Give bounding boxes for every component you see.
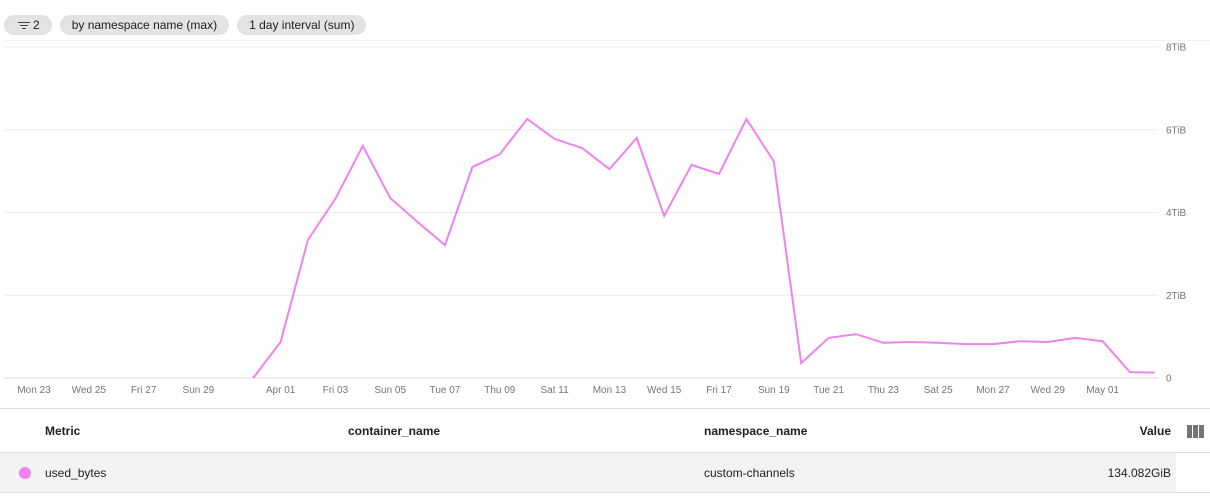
gridlines — [4, 46, 1158, 379]
data-point[interactable] — [526, 118, 528, 120]
data-point[interactable] — [608, 168, 610, 170]
x-tick-label: Wed 29 — [1031, 385, 1066, 396]
x-tick-label: Sun 19 — [758, 385, 790, 396]
cell-value: 134.082GiB — [1107, 465, 1171, 480]
data-point[interactable] — [937, 342, 939, 344]
data-point[interactable] — [1154, 372, 1156, 374]
column-selector-icon[interactable] — [1187, 424, 1204, 438]
cell-metric: used_bytes — [45, 465, 107, 480]
data-point[interactable] — [855, 333, 857, 335]
data-point[interactable] — [745, 118, 747, 120]
y-tick-label: 4TiB — [1166, 208, 1187, 219]
data-point[interactable] — [1074, 337, 1076, 339]
x-tick-label: Tue 07 — [430, 385, 461, 396]
x-tick-label: Mon 13 — [593, 385, 627, 396]
data-point[interactable] — [1047, 341, 1049, 343]
data-point[interactable] — [499, 153, 501, 155]
series-line-used_bytes[interactable] — [252, 116, 1155, 379]
data-point[interactable] — [252, 377, 254, 379]
data-point[interactable] — [800, 362, 802, 364]
data-point[interactable] — [581, 147, 583, 149]
header-metric[interactable]: Metric — [45, 424, 80, 438]
cell-namespace-name: custom-channels — [704, 465, 795, 480]
series-color-dot — [19, 466, 31, 479]
data-point[interactable] — [718, 173, 720, 175]
y-axis: 0 2TiB 4TiB 6TiB 8TiB — [1166, 43, 1187, 385]
data-point[interactable] — [992, 343, 994, 345]
data-point[interactable] — [691, 164, 693, 166]
header-namespace-name[interactable]: namespace_name — [704, 424, 807, 438]
series-layer — [252, 116, 1156, 379]
data-point[interactable] — [1102, 340, 1104, 342]
data-point[interactable] — [882, 342, 884, 344]
data-point[interactable] — [471, 166, 473, 168]
table-row[interactable]: used_bytes custom-channels 134.082GiB — [0, 453, 1210, 493]
data-point[interactable] — [389, 197, 391, 199]
table-header: Metric container_name namespace_name Val… — [0, 408, 1210, 453]
y-tick-label: 8TiB — [1166, 43, 1187, 54]
header-container-name[interactable]: container_name — [348, 424, 440, 438]
x-tick-label: Apr 01 — [266, 385, 296, 396]
data-point[interactable] — [280, 341, 282, 343]
data-point[interactable] — [910, 341, 912, 343]
x-tick-label: Mon 27 — [976, 385, 1010, 396]
x-tick-label: Wed 25 — [72, 385, 107, 396]
data-point[interactable] — [307, 239, 309, 241]
x-tick-label: May 01 — [1086, 385, 1119, 396]
line-chart[interactable]: 0 2TiB 4TiB 6TiB 8TiB Mon 23 Wed 25 Fri 27 Sun … — [0, 0, 1210, 400]
x-tick-label: Sat 25 — [924, 385, 953, 396]
data-point[interactable] — [965, 343, 967, 345]
data-point[interactable] — [417, 221, 419, 223]
data-point[interactable] — [334, 198, 336, 200]
data-point[interactable] — [636, 137, 638, 139]
data-point[interactable] — [663, 215, 665, 217]
data-point[interactable] — [554, 138, 556, 140]
y-tick-label: 0 — [1166, 374, 1172, 385]
x-tick-label: Thu 23 — [868, 385, 900, 396]
x-tick-label: Thu 09 — [484, 385, 516, 396]
legend-table: Metric container_name namespace_name Val… — [0, 408, 1210, 493]
header-value[interactable]: Value — [1140, 424, 1171, 438]
y-tick-label: 6TiB — [1166, 125, 1187, 136]
y-tick-label: 2TiB — [1166, 291, 1187, 302]
x-tick-label: Mon 23 — [17, 385, 51, 396]
data-point[interactable] — [444, 244, 446, 246]
data-point[interactable] — [1019, 340, 1021, 342]
data-point[interactable] — [1129, 371, 1131, 373]
x-axis: Mon 23 Wed 25 Fri 27 Sun 29 Apr 01 Fri 03 Sun … — [17, 385, 1119, 396]
x-tick-label: Fri 27 — [131, 385, 157, 396]
data-point[interactable] — [362, 145, 364, 147]
x-tick-label: Tue 21 — [813, 385, 844, 396]
data-point[interactable] — [773, 160, 775, 162]
x-tick-label: Sun 05 — [374, 385, 406, 396]
x-tick-label: Sun 29 — [183, 385, 215, 396]
x-tick-label: Fri 17 — [706, 385, 732, 396]
x-tick-label: Fri 03 — [323, 385, 349, 396]
x-tick-label: Wed 15 — [647, 385, 682, 396]
x-tick-label: Sat 11 — [541, 385, 570, 396]
data-point[interactable] — [828, 337, 830, 339]
